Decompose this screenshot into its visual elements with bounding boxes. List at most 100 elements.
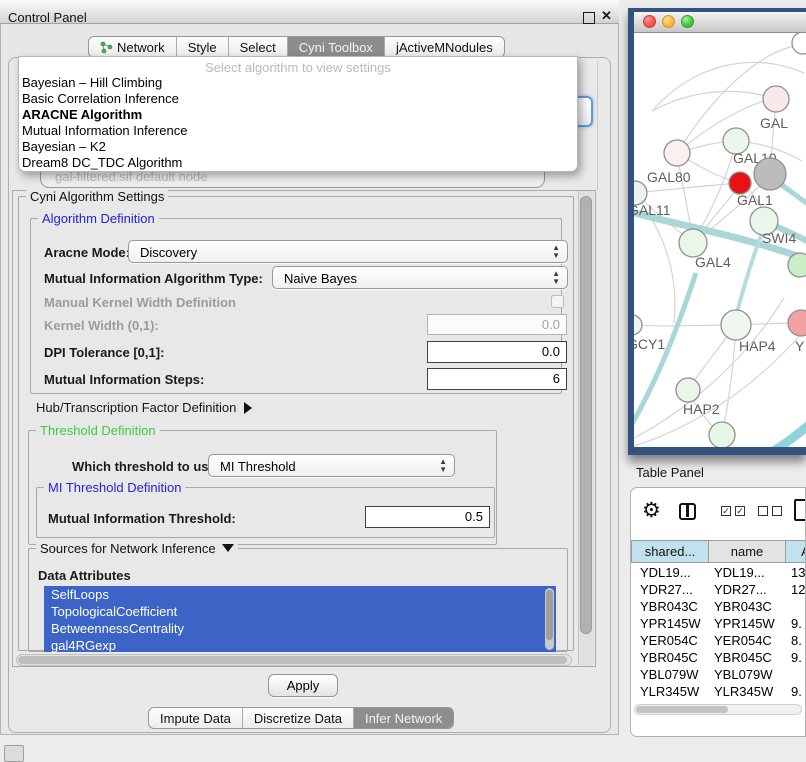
tab-cyni-toolbox[interactable]: Cyni Toolbox <box>287 37 384 57</box>
aracne-mode-combo[interactable]: Discovery ▲▼ <box>128 240 568 263</box>
algorithm-option[interactable]: Mutual Information Inference <box>22 123 187 139</box>
combo-spinner-icon: ▲▼ <box>552 244 560 260</box>
hub-definition-expander[interactable]: Hub/Transcription Factor Definition <box>36 400 252 415</box>
network-node-gal1[interactable] <box>729 172 751 194</box>
tab-style[interactable]: Style <box>176 37 228 57</box>
network-node-label: GAL <box>760 115 788 131</box>
algorithm-option[interactable]: ARACNE Algorithm <box>22 107 142 123</box>
network-node-hap2[interactable] <box>676 378 700 402</box>
tab-network[interactable]: Network <box>89 37 176 57</box>
network-edge <box>634 298 784 441</box>
table-cell: YBR043C <box>709 598 786 615</box>
table-row[interactable]: YBR043CYBR043C <box>631 598 806 615</box>
expand-right-icon <box>244 402 252 414</box>
mi-threshold-label: Mutual Information Threshold: <box>48 511 236 526</box>
table-row[interactable]: YBR045CYBR045C9. <box>631 649 806 666</box>
gear-icon[interactable]: ⚙ <box>642 498 661 522</box>
table-cell: YBR045C <box>709 649 786 666</box>
tab-label: jActiveMNodules <box>396 40 493 55</box>
tab-impute-data[interactable]: Impute Data <box>149 708 242 728</box>
kernel-width-label: Kernel Width (0,1): <box>44 318 159 333</box>
dpi-tolerance-field[interactable]: 0.0 <box>427 341 567 363</box>
table-cell: 9. <box>786 649 806 666</box>
settings-hscrollbar-thumb[interactable] <box>18 656 567 664</box>
table-cell: YPR145W <box>631 615 709 632</box>
close-traffic-light[interactable] <box>643 15 656 28</box>
zoom-traffic-light[interactable] <box>681 15 694 28</box>
tab-discretize-data[interactable]: Discretize Data <box>242 708 353 728</box>
network-node-label: HAP4 <box>739 338 776 354</box>
algorithm-definition-title: Algorithm Definition <box>38 212 159 226</box>
show-columns-icon[interactable] <box>679 503 696 520</box>
column-header[interactable]: shared... <box>631 540 709 563</box>
attributes-scrollbar-thumb[interactable] <box>546 590 553 640</box>
table-cell: YDL19... <box>631 564 709 581</box>
table-hscrollbar-thumb[interactable] <box>636 706 728 713</box>
network-node-y[interactable] <box>788 310 806 336</box>
table-cell: 12 <box>786 581 806 598</box>
network-node[interactable] <box>754 158 786 190</box>
which-threshold-combo[interactable]: MI Threshold ▲▼ <box>208 454 455 477</box>
table-row[interactable]: YDR27...YDR27...12 <box>631 581 806 598</box>
network-canvas[interactable]: GALGAL80GAL10GAL1GAL11SWI4GAL4GCY1HAP4YH… <box>634 33 806 447</box>
network-node-gal4[interactable] <box>679 229 707 257</box>
algorithm-option[interactable]: Basic Correlation Inference <box>22 91 179 107</box>
table-row[interactable]: YER054CYER054C8. <box>631 632 806 649</box>
network-node-gcy1[interactable] <box>634 315 642 335</box>
column-header[interactable]: name <box>709 540 786 563</box>
table-cell: 9. <box>786 615 806 632</box>
network-node[interactable] <box>788 253 806 277</box>
sources-group-title[interactable]: Sources for Network Inference <box>36 542 238 556</box>
tab-jactivemnodules[interactable]: jActiveMNodules <box>384 37 504 57</box>
table-cell: YLR345W <box>709 683 786 700</box>
close-icon[interactable]: ✕ <box>601 8 612 24</box>
select-all-checkbox-icon[interactable]: ✓ <box>721 506 731 516</box>
settings-vscrollbar-thumb[interactable] <box>580 196 592 634</box>
table-row[interactable]: YLR345WYLR345W9. <box>631 683 806 700</box>
cyni-settings-group-title: Cyni Algorithm Settings <box>26 190 168 204</box>
network-node-gal80[interactable] <box>664 140 690 166</box>
table-row[interactable]: YPR145WYPR145W9. <box>631 615 806 632</box>
mi-steps-field[interactable]: 6 <box>427 368 567 390</box>
combo-spinner-icon: ▲▼ <box>439 458 447 474</box>
table-row[interactable]: YBL079WYBL079W <box>631 666 806 683</box>
select-all-checkbox-icon[interactable]: ✓ <box>735 506 745 516</box>
data-attribute-item[interactable]: BetweennessCentrality <box>44 620 556 637</box>
network-node-label: GCY1 <box>634 336 665 352</box>
algorithm-option[interactable]: Bayesian – K2 <box>22 139 106 155</box>
network-node-gal[interactable] <box>763 86 789 112</box>
control-panel-tabbar: NetworkStyleSelectCyni Toolbox jActiveMNo… <box>88 36 505 58</box>
column-header[interactable]: A <box>786 540 806 563</box>
network-graph: GALGAL80GAL10GAL1GAL11SWI4GAL4GCY1HAP4YH… <box>634 33 806 447</box>
algorithm-option[interactable]: Dream8 DC_TDC Algorithm <box>22 155 182 171</box>
table-cell: YDR27... <box>709 581 786 598</box>
data-attribute-item[interactable]: SelfLoops <box>44 586 556 603</box>
data-attribute-item[interactable]: gal4RGexp <box>44 637 556 652</box>
export-table-icon[interactable] <box>794 499 806 521</box>
mi-threshold-field[interactable]: 0.5 <box>365 506 490 528</box>
aracne-mode-label: Aracne Mode: <box>44 245 130 260</box>
deselect-all-checkbox-icon[interactable] <box>772 506 782 516</box>
kernel-width-field[interactable]: 0.0 <box>427 314 567 335</box>
algorithm-option[interactable]: Bayesian – Hill Climbing <box>22 75 162 91</box>
mi-type-combo[interactable]: Naive Bayes ▲▼ <box>272 266 568 289</box>
minimize-traffic-light[interactable] <box>662 15 675 28</box>
table-cell: YLR345W <box>631 683 709 700</box>
table-cell: YER054C <box>709 632 786 649</box>
table-row[interactable]: YDL19...YDL19...13 <box>631 564 806 581</box>
network-node-hap4[interactable] <box>721 310 751 340</box>
tab-infer-network[interactable]: Infer Network <box>353 708 453 728</box>
minimized-panel-icon[interactable] <box>4 745 24 762</box>
network-view-titlebar[interactable] <box>634 12 806 33</box>
network-node[interactable] <box>709 422 735 447</box>
data-attribute-item[interactable]: TopologicalCoefficient <box>44 603 556 620</box>
apply-button[interactable]: Apply <box>268 674 338 697</box>
tab-select[interactable]: Select <box>228 37 287 57</box>
network-node-label: SWI4 <box>762 230 796 246</box>
float-window-icon[interactable] <box>583 12 595 24</box>
network-node-label: HAP2 <box>683 401 720 417</box>
manual-kernel-checkbox[interactable] <box>551 295 564 308</box>
network-node[interactable] <box>792 33 806 54</box>
deselect-all-checkbox-icon[interactable] <box>758 506 768 516</box>
hub-definition-label: Hub/Transcription Factor Definition <box>36 400 236 415</box>
